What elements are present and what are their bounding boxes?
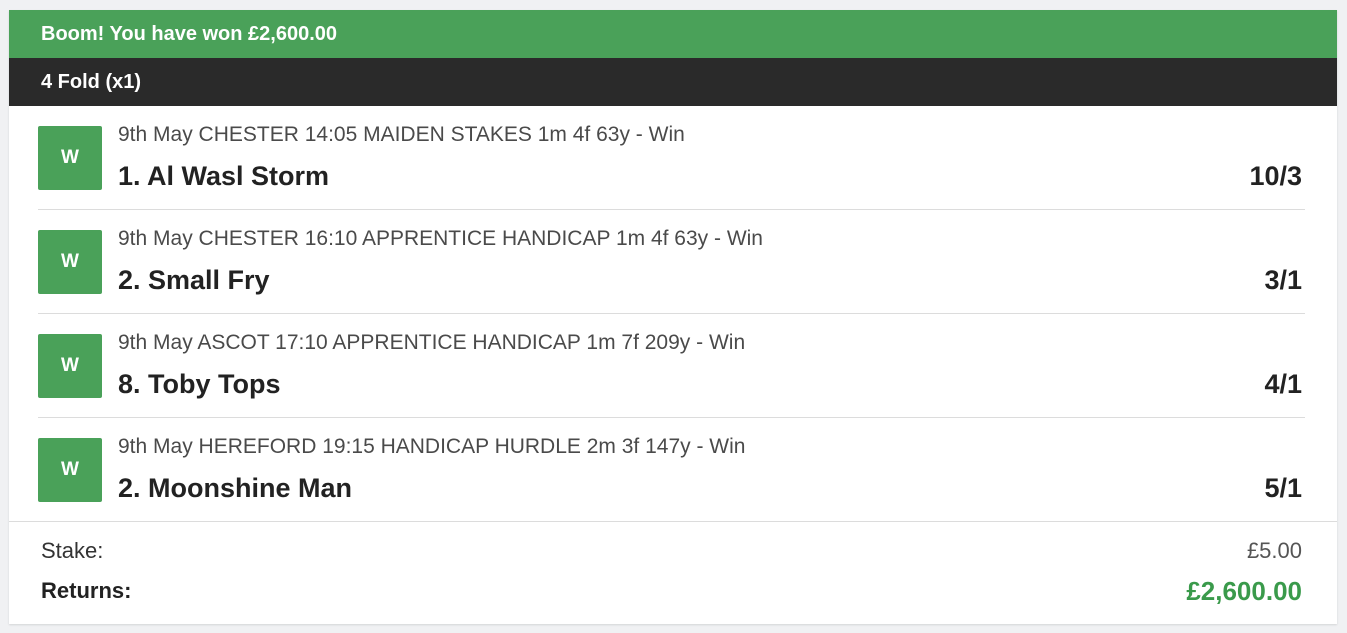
selection-odds: 3/1 — [1264, 265, 1302, 295]
selection-odds: 5/1 — [1264, 473, 1302, 503]
selection-description: 9th May CHESTER 14:05 MAIDEN STAKES 1m 4… — [118, 123, 685, 146]
runner-name: 2. Small Fry — [118, 265, 270, 295]
stake-value: £5.00 — [1246, 538, 1302, 563]
returns-label: Returns: — [41, 578, 132, 603]
win-banner: Boom! You have won £2,600.00 — [9, 10, 1337, 58]
bet-receipt-card: Boom! You have won £2,600.00 4 Fold (x1)… — [9, 10, 1337, 624]
selection-description: 9th May ASCOT 17:10 APPRENTICE HANDICAP … — [118, 331, 746, 354]
win-result-badge: W — [38, 438, 102, 502]
runner-name: 1. Al Wasl Storm — [118, 161, 330, 191]
returns-value: £2,600.00 — [1186, 576, 1302, 606]
win-banner-text: Boom! You have won £2,600.00 — [41, 22, 338, 45]
selection-description: 9th May CHESTER 16:10 APPRENTICE HANDICA… — [118, 227, 763, 250]
selection-item: W 9th May CHESTER 16:10 APPRENTICE HANDI… — [38, 210, 1305, 314]
bet-type-header: 4 Fold (x1) — [9, 58, 1337, 106]
win-result-badge: W — [38, 334, 102, 398]
runner-name: 8. Toby Tops — [118, 369, 281, 399]
win-result-badge: W — [38, 230, 102, 294]
win-result-badge: W — [38, 126, 102, 190]
selection-item: W 9th May CHESTER 14:05 MAIDEN STAKES 1m… — [38, 106, 1305, 210]
bet-type-label: 4 Fold (x1) — [41, 70, 142, 93]
bet-summary: Stake: £5.00 Returns: £2,600.00 — [9, 521, 1337, 624]
selection-odds: 10/3 — [1249, 161, 1302, 191]
selection-odds: 4/1 — [1264, 369, 1302, 399]
selection-description: 9th May HEREFORD 19:15 HANDICAP HURDLE 2… — [118, 435, 746, 458]
runner-name: 2. Moonshine Man — [118, 473, 353, 503]
selection-list: W 9th May CHESTER 14:05 MAIDEN STAKES 1m… — [9, 106, 1337, 522]
selection-item: W 9th May HEREFORD 19:15 HANDICAP HURDLE… — [38, 418, 1305, 522]
stake-label: Stake: — [41, 538, 104, 563]
selection-item: W 9th May ASCOT 17:10 APPRENTICE HANDICA… — [38, 314, 1305, 418]
